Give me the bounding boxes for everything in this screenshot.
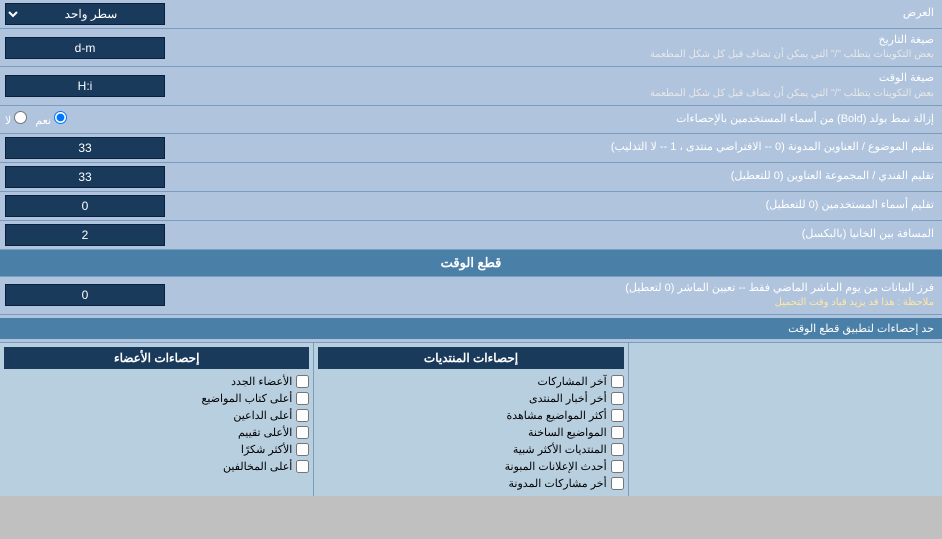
single-line-select[interactable]: سطر واحد [5,3,165,25]
list-item: أعلى كتاب المواضيع [4,390,309,407]
post-stat-checkbox-3[interactable] [611,426,624,439]
post-stat-checkbox-1[interactable] [611,392,624,405]
list-item: المنتديات الأكثر شبية [318,441,623,458]
list-item: أحدث الإعلانات المبونة [318,458,623,475]
column-gap-label: المسافة بين الخانيا (بالبكسل) [200,223,942,246]
forum-subject-label: تقليم الموضوع / العناوين المدونة (0 -- ا… [200,136,942,159]
bold-radio-group: نعم لا [5,111,67,127]
member-stat-checkbox-0[interactable] [296,375,309,388]
list-item: أخر مشاركات المدونة [318,475,623,492]
cutoff-input[interactable] [5,284,165,306]
list-item: آخر المشاركات [318,373,623,390]
member-stat-checkbox-5[interactable] [296,460,309,473]
forum-group-input-area [0,163,200,191]
bold-yes-radio[interactable] [54,111,67,124]
list-item: أكثر المواضيع مشاهدة [318,407,623,424]
column-gap-row: المسافة بين الخانيا (بالبكسل) [0,221,942,250]
list-item: أخر أخبار المنتدى [318,390,623,407]
user-names-row: تقليم أسماء المستخدمين (0 للتعطيل) [0,192,942,221]
main-container: العرض سطر واحد صيغة التاريخ بعض التكوينا… [0,0,942,496]
bold-row: إزالة نمط بولد (Bold) من أسماء المستخدمي… [0,106,942,134]
time-format-row: صيغة الوقت بعض التكوينات يتطلب "/" التي … [0,67,942,105]
member-stat-checkbox-3[interactable] [296,426,309,439]
forum-subject-input[interactable] [5,137,165,159]
list-item: أعلى المخالفين [4,458,309,475]
user-names-input[interactable] [5,195,165,217]
list-item: المواضيع الساخنة [318,424,623,441]
stats-right-col [629,343,942,496]
display-label: العرض [200,2,942,25]
member-stat-checkbox-1[interactable] [296,392,309,405]
list-item: الأعضاء الجدد [4,373,309,390]
user-names-label: تقليم أسماء المستخدمين (0 للتعطيل) [200,194,942,217]
time-format-input[interactable] [5,75,165,97]
list-item: الأكثر شكرًا [4,441,309,458]
cutoff-row: فرز البيانات من يوم الماشر الماضي فقط --… [0,277,942,315]
date-format-label: صيغة التاريخ بعض التكوينات يتطلب "/" الت… [200,29,942,66]
member-stats-col: إحصاءات الأعضاء الأعضاء الجدد أعلى كتاب … [0,343,314,496]
date-format-input-area [0,34,200,62]
bold-yes-label[interactable]: نعم [35,111,67,127]
forum-subject-input-area [0,134,200,162]
post-stat-checkbox-4[interactable] [611,443,624,456]
date-format-row: صيغة التاريخ بعض التكوينات يتطلب "/" الت… [0,29,942,67]
post-stat-checkbox-0[interactable] [611,375,624,388]
bold-no-radio[interactable] [14,111,27,124]
stats-limit-row: حد إحصاءات لتطبيق قطع الوقت [0,315,942,343]
bold-radio-area: نعم لا [0,108,200,130]
post-stat-checkbox-2[interactable] [611,409,624,422]
cutoff-section-header: قطع الوقت [0,250,942,277]
time-format-input-area [0,72,200,100]
forum-stats-items: آخر المشاركات أخر أخبار المنتدى أكثر الم… [318,373,623,492]
bold-label: إزالة نمط بولد (Bold) من أسماء المستخدمي… [200,108,942,131]
column-gap-input-area [0,221,200,249]
member-stat-checkbox-2[interactable] [296,409,309,422]
forum-subject-row: تقليم الموضوع / العناوين المدونة (0 -- ا… [0,134,942,163]
date-format-input[interactable] [5,37,165,59]
member-stats-header: إحصاءات الأعضاء [4,347,309,369]
cutoff-label: فرز البيانات من يوم الماشر الماضي فقط --… [200,277,942,314]
forum-group-input[interactable] [5,166,165,188]
time-format-label: صيغة الوقت بعض التكوينات يتطلب "/" التي … [200,67,942,104]
member-stats-items: الأعضاء الجدد أعلى كتاب المواضيع أعلى ال… [4,373,309,475]
list-item: الأعلى تقييم [4,424,309,441]
forum-group-label: تقليم الفندي / المجموعة العناوين (0 للتع… [200,165,942,188]
forum-stats-col: إحصاءات المنتديات آخر المشاركات أخر أخبا… [314,343,628,496]
user-names-input-area [0,192,200,220]
forum-group-row: تقليم الفندي / المجموعة العناوين (0 للتع… [0,163,942,192]
stats-limit-label: حد إحصاءات لتطبيق قطع الوقت [0,318,942,339]
column-gap-input[interactable] [5,224,165,246]
cutoff-input-area [0,281,200,309]
post-stat-checkbox-5[interactable] [611,460,624,473]
member-stat-checkbox-4[interactable] [296,443,309,456]
display-row: العرض سطر واحد [0,0,942,29]
stats-bottom-section: إحصاءات المنتديات آخر المشاركات أخر أخبا… [0,343,942,496]
post-stat-checkbox-6[interactable] [611,477,624,490]
bold-no-label[interactable]: لا [5,111,27,127]
forum-stats-header: إحصاءات المنتديات [318,347,623,369]
list-item: أعلى الداعين [4,407,309,424]
display-input-area: سطر واحد [0,0,200,28]
